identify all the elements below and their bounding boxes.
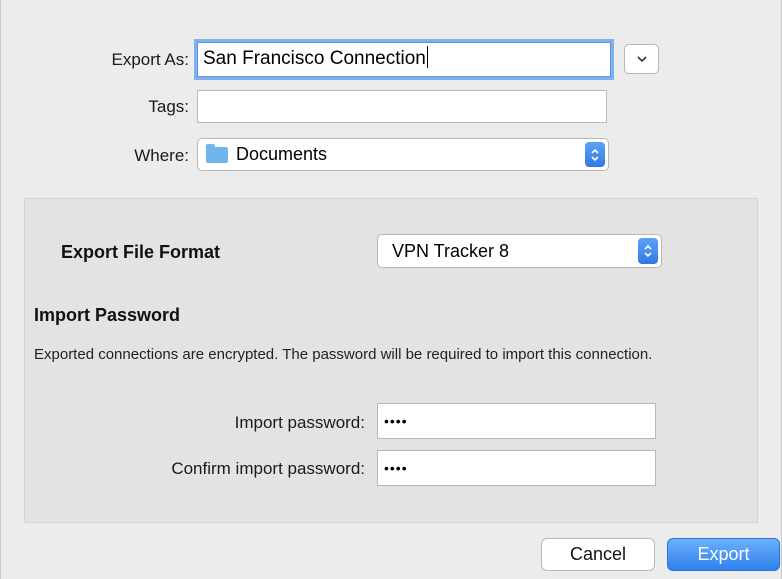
export-as-label: Export As: xyxy=(111,50,189,69)
expand-dialog-button[interactable] xyxy=(624,44,659,74)
export-file-format-label: Export File Format xyxy=(61,242,221,262)
updown-arrows-icon xyxy=(638,238,658,264)
export-as-field[interactable]: San Francisco Connection xyxy=(197,42,611,77)
export-button[interactable]: Export xyxy=(667,538,780,571)
import-password-heading: Import Password xyxy=(34,305,181,325)
tags-field[interactable] xyxy=(197,90,607,123)
import-password-mask: •••• xyxy=(384,413,408,429)
text-caret xyxy=(426,46,428,68)
export-format-popup[interactable]: VPN Tracker 8 xyxy=(377,234,662,268)
chevron-down-icon xyxy=(636,56,647,63)
confirm-password-field[interactable]: •••• xyxy=(377,450,656,486)
confirm-password-mask: •••• xyxy=(384,460,408,476)
export-format-value: VPN Tracker 8 xyxy=(392,240,510,261)
encryption-description: Exported connections are encrypted. The … xyxy=(34,346,653,363)
folder-icon xyxy=(206,143,228,163)
confirm-password-label: Confirm import password: xyxy=(171,459,365,478)
export-dialog: Export As: San Francisco Connection Tags… xyxy=(0,0,782,579)
where-label: Where: xyxy=(134,146,189,165)
export-as-value: San Francisco Connection xyxy=(203,48,426,69)
updown-arrows-icon xyxy=(585,142,605,167)
cancel-button[interactable]: Cancel xyxy=(541,538,655,571)
where-value: Documents xyxy=(236,144,328,164)
where-popup[interactable]: Documents xyxy=(197,138,609,171)
tags-label: Tags: xyxy=(148,97,189,116)
import-password-label: Import password: xyxy=(234,413,365,432)
import-password-field[interactable]: •••• xyxy=(377,403,656,439)
